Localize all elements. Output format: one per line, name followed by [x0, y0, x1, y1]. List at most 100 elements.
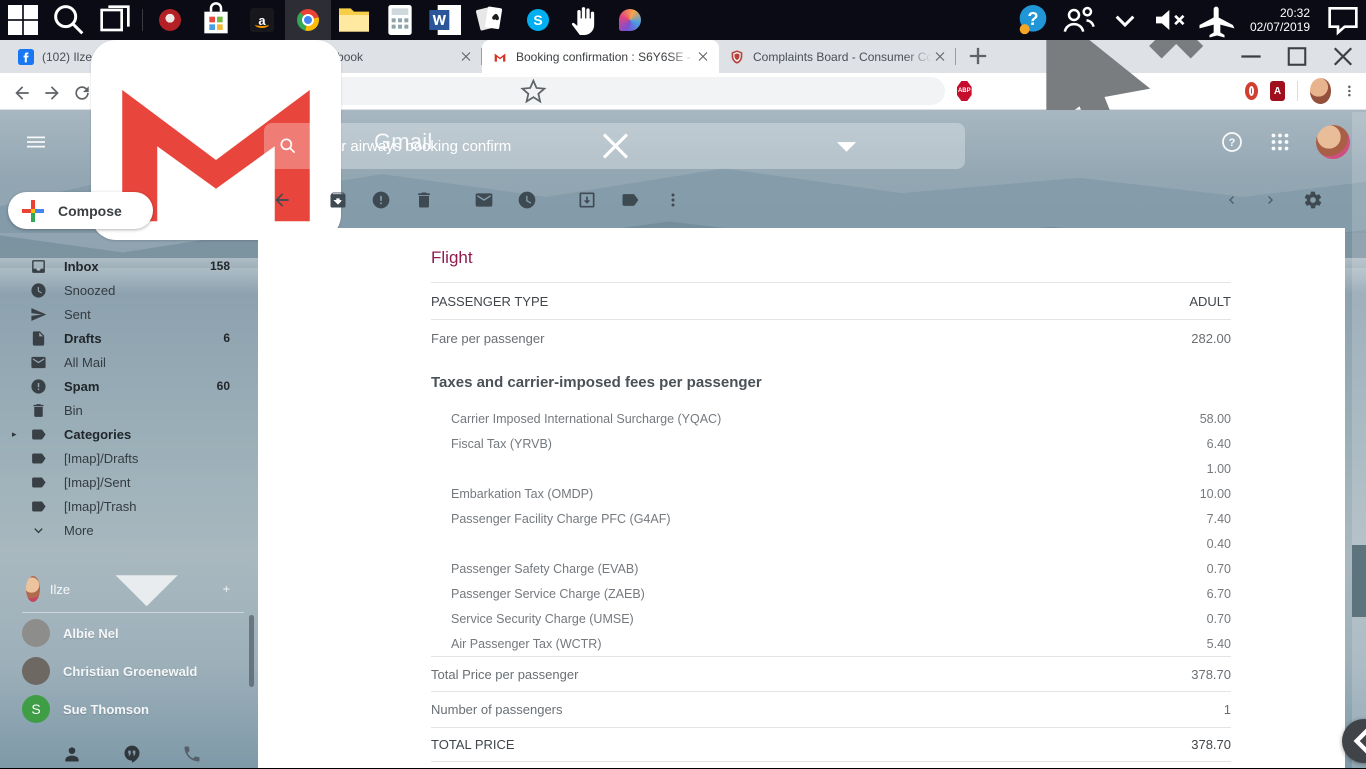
labels-button[interactable] — [620, 190, 640, 210]
search-bar[interactable] — [264, 123, 965, 169]
sidebar-item[interactable]: Sent — [0, 302, 256, 326]
move-to-icon — [577, 190, 597, 210]
new-conversation-button[interactable] — [221, 579, 232, 599]
collapse-panel-button[interactable] — [1342, 719, 1366, 763]
back-button[interactable] — [10, 79, 30, 103]
account-avatar[interactable] — [1316, 125, 1350, 159]
hangouts-user-avatar[interactable] — [26, 576, 40, 602]
taskbar-app-solitaire[interactable] — [469, 0, 515, 40]
conversations-tab-button[interactable] — [122, 744, 142, 764]
sidebar-item[interactable]: Drafts 6 — [0, 326, 256, 350]
taskbar-app-calculator[interactable] — [377, 0, 423, 40]
delete-button[interactable] — [414, 190, 434, 210]
settings-button[interactable] — [1303, 190, 1323, 210]
older-email-button[interactable] — [1263, 192, 1279, 208]
report-spam-button[interactable] — [371, 190, 391, 210]
search-options-caret-icon[interactable] — [742, 123, 951, 169]
tray-hidden-icons-button[interactable] — [1102, 0, 1148, 40]
window-close-button[interactable] — [1320, 40, 1366, 73]
search-icon — [278, 123, 298, 169]
sidebar-item-icon — [30, 354, 47, 371]
hamburger-icon — [24, 130, 48, 154]
hangouts-contact[interactable]: Christian Groenewald — [0, 652, 256, 690]
acrobat-extension-icon[interactable]: A — [1270, 81, 1285, 101]
taskbar-clock[interactable]: 20:32 02/07/2019 — [1240, 6, 1320, 34]
hangouts-contact[interactable]: S Sue Thomson — [0, 690, 256, 728]
tax-row: Air Passenger Tax (WCTR) 5.40 — [431, 631, 1231, 656]
mark-unread-button[interactable] — [474, 190, 494, 210]
clock-time: 20:32 — [1250, 6, 1310, 20]
tab-favicon — [18, 49, 34, 65]
browser-profile-avatar[interactable] — [1310, 78, 1332, 104]
sidebar-item[interactable]: [Imap]/Sent — [0, 470, 256, 494]
tray-airplane-button[interactable] — [1194, 0, 1240, 40]
sidebar-item[interactable]: ▸ Categories — [0, 422, 256, 446]
more-vert-icon — [1341, 81, 1358, 101]
tab-close-icon[interactable] — [695, 40, 711, 73]
scrollbar-thumb[interactable] — [1352, 545, 1366, 617]
more-actions-button[interactable] — [663, 190, 683, 210]
search-icon — [46, 0, 92, 40]
tab-close-icon[interactable] — [458, 40, 474, 73]
contacts-scrollbar-thumb[interactable] — [249, 615, 254, 687]
tax-label: Passenger Safety Charge (EVAB) — [431, 562, 638, 576]
snooze-button[interactable] — [517, 190, 537, 210]
adblock-extension-icon[interactable]: ABP — [957, 81, 972, 101]
main-menu-button[interactable] — [24, 130, 48, 154]
contact-avatar — [22, 619, 50, 647]
sidebar-item-icon — [30, 258, 47, 275]
taskbar-app-explorer[interactable] — [331, 0, 377, 40]
forward-button[interactable] — [40, 79, 60, 103]
browser-menu-button[interactable] — [1341, 81, 1358, 101]
move-to-button[interactable] — [577, 190, 597, 210]
gmail-header: Gmail ? — [0, 110, 1366, 174]
sidebar-item[interactable]: Bin — [0, 398, 256, 422]
sidebar-item[interactable]: Spam 60 — [0, 374, 256, 398]
search-input[interactable] — [312, 138, 511, 155]
action-center-button[interactable] — [1320, 0, 1366, 40]
sidebar-item-label: [Imap]/Trash — [64, 499, 230, 514]
tax-label: Passenger Service Charge (ZAEB) — [431, 587, 645, 601]
contacts-tab-button[interactable] — [62, 744, 82, 764]
hangouts-contact[interactable]: Albie Nel — [0, 614, 256, 652]
sidebar-item[interactable]: [Imap]/Drafts — [0, 446, 256, 470]
browser-tab[interactable]: Booking confirmation : S6Y6SE - — [482, 40, 719, 73]
clear-search-icon[interactable] — [511, 123, 720, 169]
main-scrollbar[interactable] — [1352, 112, 1366, 768]
taskbar-app-amazon[interactable]: a — [239, 0, 285, 40]
newer-email-button[interactable] — [1223, 192, 1239, 208]
taskbar-search-button[interactable] — [46, 0, 92, 40]
expander-arrow-icon[interactable]: ▸ — [12, 429, 24, 440]
taskbar-app-store[interactable] — [193, 0, 239, 40]
sidebar-item[interactable]: Inbox 158 — [0, 254, 256, 278]
chevron-icon — [1102, 0, 1148, 40]
taskbar-app-skype[interactable]: S — [515, 0, 561, 40]
sidebar-item[interactable]: Snoozed — [0, 278, 256, 302]
taskbar-app-word[interactable] — [423, 0, 469, 40]
compose-label: Compose — [58, 203, 122, 219]
taskbar-app-colorful[interactable] — [607, 0, 653, 40]
phone-tab-button[interactable] — [182, 744, 202, 764]
tray-volume-button[interactable] — [1148, 0, 1194, 40]
tax-label: Fiscal Tax (YRVB) — [431, 437, 552, 451]
tax-row: Fiscal Tax (YRVB) 6.40 — [431, 431, 1231, 456]
windows-logo-icon — [0, 0, 46, 40]
taskbar-app-red[interactable] — [147, 0, 193, 40]
tab-close-icon[interactable] — [932, 40, 948, 73]
start-button[interactable] — [0, 0, 46, 40]
browser-tab[interactable]: Complaints Board - Consumer Co — [719, 40, 956, 73]
google-apps-button[interactable] — [1268, 130, 1292, 154]
archive-button[interactable] — [328, 190, 348, 210]
tab-favicon — [729, 49, 745, 65]
taskbar-app-pointer[interactable] — [561, 0, 607, 40]
taskbar-app-chrome[interactable] — [285, 0, 331, 40]
back-to-list-button[interactable] — [272, 190, 292, 210]
tax-row: Embarkation Tax (OMDP) 10.00 — [431, 481, 1231, 506]
shield-extension-icon[interactable] — [1245, 82, 1258, 100]
task-view-button[interactable] — [92, 0, 138, 40]
tray-help-button[interactable]: ? — [1010, 0, 1056, 40]
compose-button[interactable]: Compose — [8, 192, 153, 229]
support-button[interactable]: ? — [1220, 130, 1244, 154]
tray-people-button[interactable] — [1056, 0, 1102, 40]
sidebar-item[interactable]: All Mail — [0, 350, 256, 374]
